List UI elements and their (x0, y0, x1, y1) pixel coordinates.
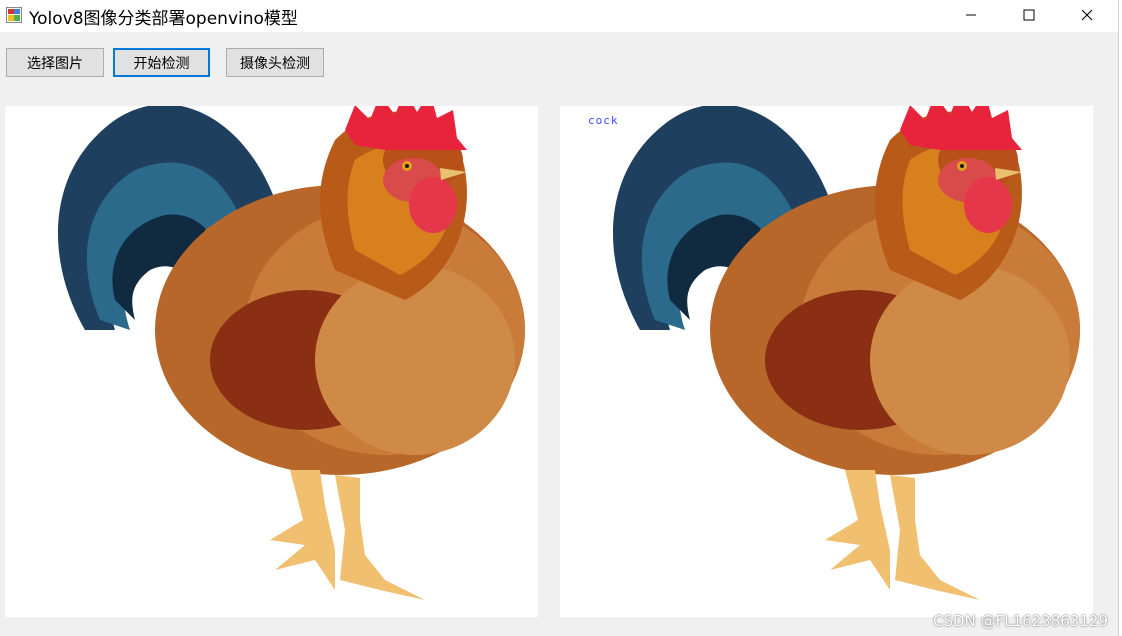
rooster-result-image (612, 106, 1080, 600)
select-image-button[interactable]: 选择图片 (6, 48, 104, 77)
maximize-button[interactable] (1000, 0, 1058, 31)
close-button[interactable] (1058, 0, 1116, 31)
maximize-icon (1023, 6, 1035, 25)
app-icon (6, 7, 22, 23)
classification-label: cock (588, 114, 619, 127)
window-title: Yolov8图像分类部署openvino模型 (29, 9, 298, 29)
camera-detect-button[interactable]: 摄像头检测 (226, 48, 324, 77)
rooster-image (57, 106, 525, 600)
source-image-box (5, 106, 538, 617)
result-image-box: cock (560, 106, 1093, 617)
close-icon (1081, 6, 1093, 25)
watermark: CSDN @FL1623863129 (933, 612, 1108, 630)
minimize-button[interactable] (942, 0, 1000, 31)
minimize-icon (965, 6, 977, 25)
start-detect-button[interactable]: 开始检测 (113, 48, 210, 77)
title-bar: Yolov8图像分类部署openvino模型 (0, 0, 1118, 32)
app-window: Yolov8图像分类部署openvino模型 选择图片 开始检测 摄像头检测 c… (0, 0, 1119, 636)
